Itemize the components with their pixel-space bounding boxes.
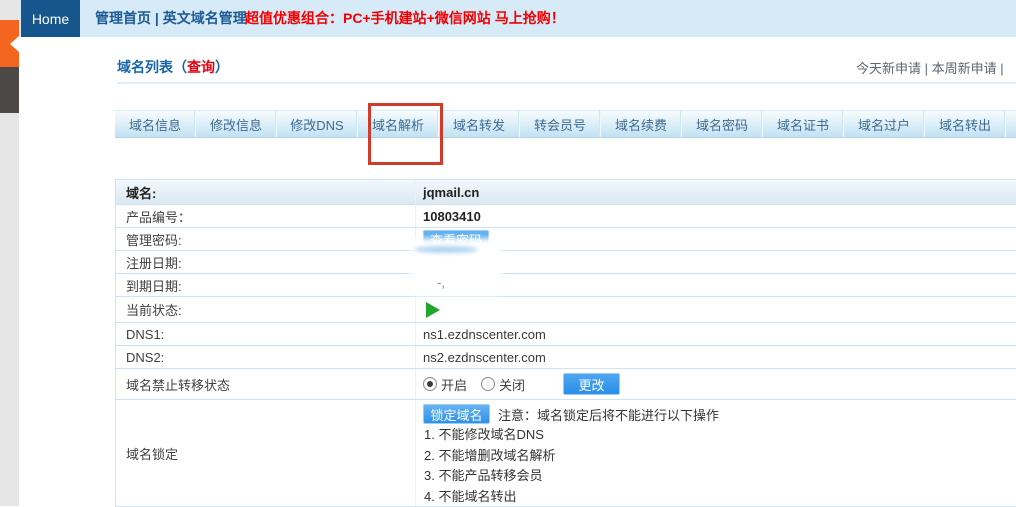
table-row-dns1: DNS1: ns1.ezdnscenter.com — [116, 323, 1016, 346]
product-id-value: 10803410 — [415, 205, 1016, 227]
domain-action-tabbar: 域名信息 修改信息 修改DNS 域名解析 域名转发 转会员号 域名续费 域名密码… — [115, 110, 1016, 138]
lock-restriction-4: 4. 不能域名转出 — [423, 487, 1016, 507]
row-label: 产品编号： — [116, 207, 415, 226]
new-application-links[interactable]: 今天新申请 | 本周新申请 | — [856, 58, 1004, 77]
domain-detail-table: 域名: jqmail.cn 产品编号： 10803410 管理密码: 查看密码 … — [115, 179, 1016, 507]
page-title: 域名列表（查询） — [117, 57, 229, 77]
row-label: 当前状态: — [116, 300, 415, 319]
tab-edit-info[interactable]: 修改信息 — [196, 111, 277, 137]
tab-domain-info[interactable]: 域名信息 — [115, 111, 196, 137]
privacy-blur-smudge — [414, 246, 478, 253]
page-title-close: ） — [215, 59, 229, 75]
radio-off-label[interactable]: 关闭 — [499, 375, 525, 394]
tab-domain-forward[interactable]: 域名转发 — [439, 111, 520, 137]
lock-restriction-1: 1. 不能修改域名DNS — [423, 425, 1016, 446]
lock-restriction-2: 2. 不能增删改域名解析 — [423, 446, 1016, 467]
tab-domain-renew[interactable]: 域名续费 — [601, 111, 682, 137]
table-row-admin-password: 管理密码: 查看密码 — [116, 228, 1016, 251]
table-row-expire-date: 到期日期: — [116, 274, 1016, 297]
table-row-dns2: DNS2: ns2.ezdnscenter.com — [116, 346, 1016, 369]
tab-transfer-member[interactable]: 转会员号 — [520, 111, 601, 137]
row-label: DNS1: — [116, 327, 415, 342]
table-row-domain-lock: 域名锁定 锁定域名 注意：域名锁定后将不能进行以下操作 1. 不能修改域名DNS… — [116, 400, 1016, 507]
domain-name-value: jqmail.cn — [415, 180, 1016, 204]
table-row-product-id: 产品编号： 10803410 — [116, 205, 1016, 228]
tab-domain-cert[interactable]: 域名证书 — [763, 111, 844, 137]
collapse-panel-button[interactable] — [0, 20, 19, 67]
dns2-value: ns2.ezdnscenter.com — [415, 346, 1016, 368]
table-row-domain: 域名: jqmail.cn — [116, 180, 1016, 205]
lock-domain-button[interactable]: 锁定域名 — [423, 404, 490, 424]
title-divider — [117, 82, 1016, 84]
row-label: 注册日期: — [116, 253, 415, 272]
lock-warning-text: 注意：域名锁定后将不能进行以下操作 — [498, 405, 719, 424]
row-label: DNS2: — [116, 350, 415, 365]
promo-offer-link[interactable]: 超值优惠组合：PC+手机建站+微信网站 马上抢购！ — [245, 0, 565, 37]
tab-edit-dns[interactable]: 修改DNS — [277, 111, 358, 137]
annotation-highlight-box — [368, 103, 443, 165]
tab-domain-transfer-out[interactable]: 域名转出 — [925, 111, 1006, 137]
green-play-icon — [426, 302, 440, 318]
lock-restriction-3: 3. 不能产品转移会员 — [423, 466, 1016, 487]
transfer-lock-radio-group: 开启 关闭 更改 — [423, 373, 620, 395]
radio-on-label[interactable]: 开启 — [441, 375, 467, 394]
row-label: 域名: — [116, 183, 415, 202]
table-row-register-date: 注册日期: — [116, 251, 1016, 274]
page-title-text: 域名列表（ — [117, 59, 187, 75]
sidebar-dark-button[interactable] — [0, 67, 19, 113]
radio-on-selected[interactable] — [423, 377, 437, 391]
chevron-left-icon — [10, 36, 19, 52]
radio-off[interactable] — [481, 377, 495, 391]
dns1-value: ns1.ezdnscenter.com — [415, 323, 1016, 345]
row-label: 管理密码: — [116, 230, 415, 249]
change-button[interactable]: 更改 — [563, 373, 620, 395]
row-label: 域名禁止转移状态 — [116, 375, 415, 394]
home-tab[interactable]: Home — [21, 0, 80, 37]
topbar-nav-links[interactable]: 管理首页 | 英文域名管理 — [95, 0, 247, 37]
row-label: 到期日期: — [116, 276, 415, 295]
table-row-status: 当前状态: — [116, 297, 1016, 323]
row-label: 域名锁定 — [116, 400, 415, 506]
expire-date-fragment: -, — [437, 275, 445, 290]
top-bar: Home 管理首页 | 英文域名管理 超值优惠组合：PC+手机建站+微信网站 马… — [19, 0, 1016, 37]
page-title-query: 查询 — [187, 59, 215, 75]
table-row-transfer-lock: 域名禁止转移状态 开启 关闭 更改 — [116, 369, 1016, 400]
expire-date-value — [415, 274, 1016, 296]
left-edge-strip — [0, 0, 19, 506]
tab-domain-password[interactable]: 域名密码 — [682, 111, 763, 137]
register-date-value — [415, 251, 1016, 273]
tab-domain-ownership[interactable]: 域名过户 — [844, 111, 925, 137]
